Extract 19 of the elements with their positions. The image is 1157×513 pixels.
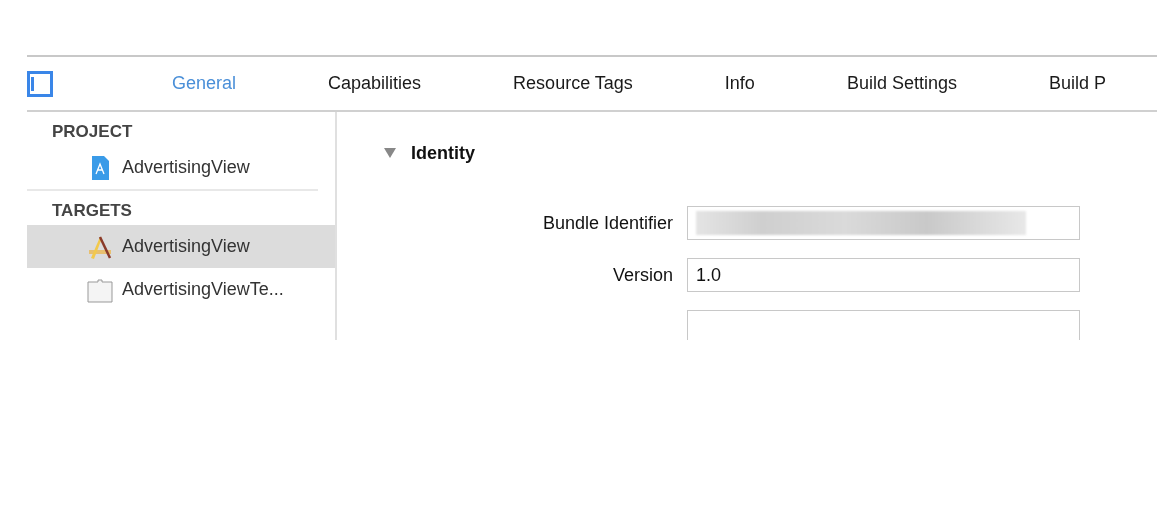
section-header: PROJECT [51,121,134,143]
input-field[interactable]: 1.0 [687,258,1080,292]
sidebar-toggle-icon[interactable] [27,70,53,97]
tab[interactable]: Build Settings [846,73,957,94]
tab[interactable]: Capabilities [328,73,422,94]
sidebar-item[interactable]: AdvertisingViewTe... [27,268,335,311]
disclosure-triangle-icon[interactable] [383,147,397,159]
tab[interactable]: Resource Tags [513,73,633,94]
section-header: TARGETS [51,200,133,222]
input-field[interactable] [687,206,1080,240]
input-field[interactable] [687,310,1080,340]
sidebar-item[interactable]: AdvertisingView [27,225,335,268]
field-label: Version [611,264,673,286]
tab[interactable]: General [172,73,237,94]
tab[interactable]: Info [724,73,755,94]
section-title: Identity [411,142,475,164]
field-label: Bundle Identifier [541,212,673,234]
tab[interactable]: Build P [1048,73,1106,94]
sidebar-item[interactable]: AdvertisingView [27,146,335,189]
